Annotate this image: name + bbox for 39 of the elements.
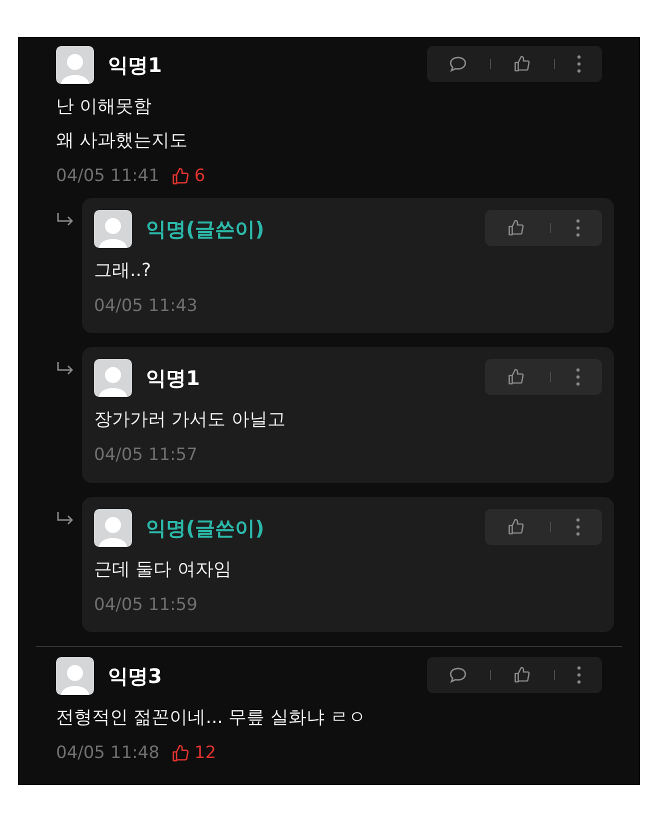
- avatar-icon: [94, 508, 132, 546]
- avatar-icon: [56, 46, 94, 84]
- comment-text: 전형적인 젊꼰이네... 무릎 실화냐 ㄹㅇ: [56, 706, 368, 730]
- speech-bubble-icon: [448, 55, 468, 73]
- comment-text: 그래..?: [94, 258, 152, 282]
- avatar-icon: [56, 657, 94, 695]
- comment-text: 난 이해못함 왜 사과했는지도: [56, 95, 189, 153]
- thumbs-up-icon: [507, 368, 526, 386]
- author-name: 익명(글쓴이): [146, 216, 264, 242]
- like-count: 6: [194, 165, 206, 188]
- reply-arrow-icon: [56, 510, 76, 526]
- avatar-icon: [94, 210, 132, 248]
- comment-time: 04/05 11:41: [56, 165, 160, 188]
- reply-arrow-icon: [56, 361, 76, 377]
- like-count: 12: [194, 742, 216, 765]
- comment-time: 04/05 11:59: [94, 594, 198, 616]
- thumbs-up-icon: [513, 666, 532, 684]
- thumbs-up-icon: [171, 167, 190, 186]
- more-icon: [576, 218, 580, 236]
- more-icon: [576, 666, 581, 684]
- author-name: 익명1: [108, 52, 162, 79]
- comment-time: 04/05 11:43: [94, 294, 198, 318]
- author-name: 익명(글쓴이): [146, 514, 264, 542]
- thumbs-up-icon: [513, 55, 532, 73]
- thumbs-up-icon: [171, 744, 190, 764]
- thumbs-up-icon: [507, 218, 526, 236]
- more-icon: [576, 55, 581, 73]
- author-name: 익명3: [108, 663, 162, 690]
- more-icon: [576, 518, 580, 536]
- speech-bubble-icon: [448, 666, 468, 684]
- comment-text: 장가가러 가서도 아닐고: [94, 408, 286, 432]
- thumbs-up-icon: [507, 518, 526, 536]
- comment-time: 04/05 11:57: [94, 444, 198, 467]
- more-icon: [576, 368, 580, 386]
- reply-arrow-icon: [56, 212, 76, 228]
- avatar-icon: [94, 359, 132, 397]
- comment-text: 근데 둘다 여자임: [94, 558, 232, 582]
- author-name: 익명1: [146, 365, 200, 392]
- comment-time: 04/05 11:48: [56, 742, 160, 765]
